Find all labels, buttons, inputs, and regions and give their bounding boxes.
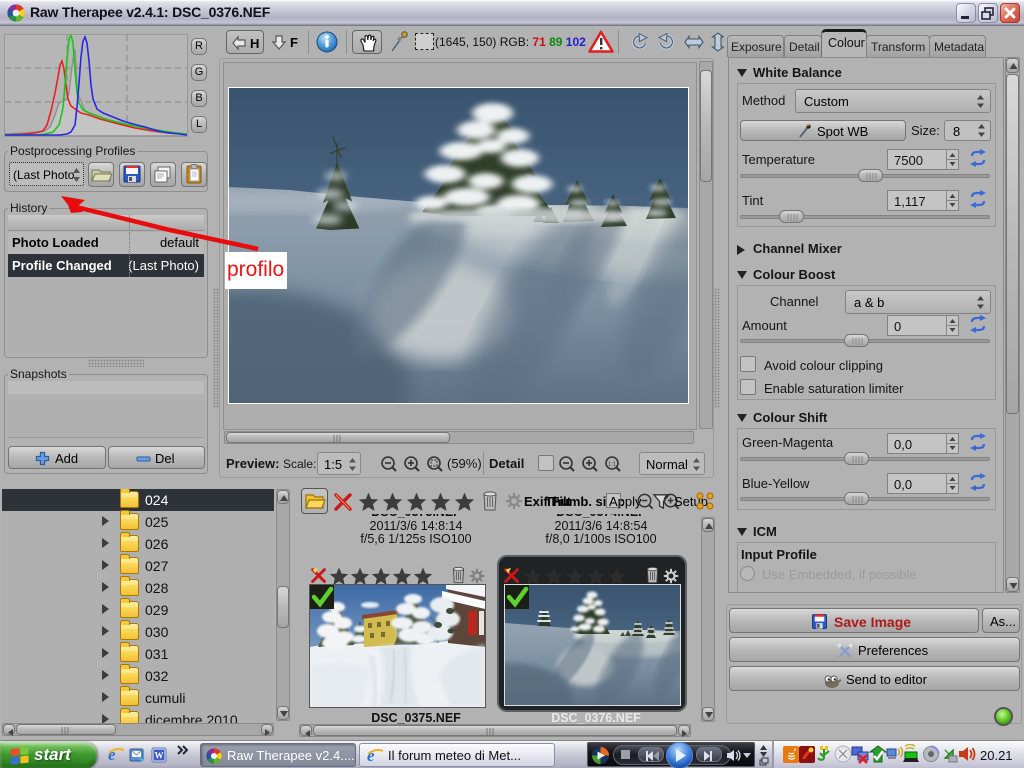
svg-text:1:1: 1:1 xyxy=(608,462,616,468)
svg-text:e: e xyxy=(367,746,375,765)
svg-text:W: W xyxy=(155,751,164,761)
svg-text:e: e xyxy=(108,745,116,764)
